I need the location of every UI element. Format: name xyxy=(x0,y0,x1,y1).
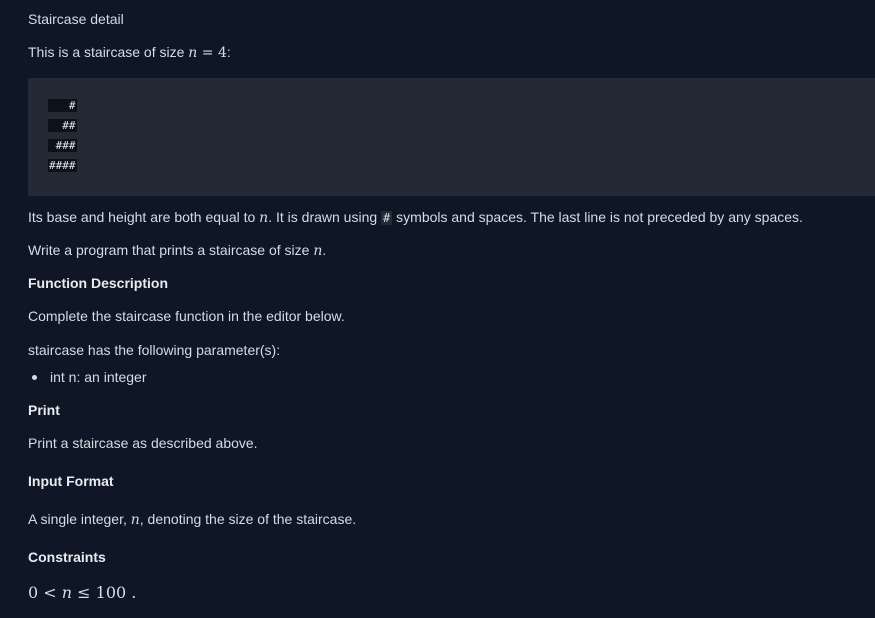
description-suffix: symbols and spaces. The last line is not… xyxy=(392,209,803,225)
input-format-heading: Input Format xyxy=(28,473,114,489)
staircase-row: ### xyxy=(48,139,77,152)
description-prefix: Its base and height are both equal to xyxy=(28,209,260,225)
description-mid: . It is drawn using xyxy=(268,209,382,225)
task-suffix: . xyxy=(322,242,327,258)
description-math-n: n xyxy=(259,210,269,226)
input-format-text: A single integer, n, denoting the size o… xyxy=(28,510,356,529)
bullet-icon xyxy=(32,374,37,380)
intro-math-eq: = 4 xyxy=(197,45,227,61)
parameter-label: int n: an integer xyxy=(50,369,147,385)
intro-text: This is a staircase of size n = 4: xyxy=(28,43,231,62)
intro-math-n: n xyxy=(188,45,198,61)
input-format-prefix: A single integer, xyxy=(28,511,131,527)
constraints-expression: 0 < n ≤ 100 . xyxy=(28,584,136,602)
parameters-intro: staircase has the following parameter(s)… xyxy=(28,342,281,358)
input-format-suffix: , denoting the size of the staircase. xyxy=(139,511,357,527)
task-math-n: n xyxy=(313,243,323,259)
intro-suffix: : xyxy=(226,44,231,60)
staircase-row: #### xyxy=(48,159,77,172)
function-description-text: Complete the staircase function in the e… xyxy=(28,308,345,324)
constraint-left: 0 < xyxy=(28,583,62,602)
constraint-math-n: n xyxy=(61,583,73,602)
description-text: Its base and height are both equal to n.… xyxy=(28,208,803,227)
task-prefix: Write a program that prints a staircase … xyxy=(28,242,314,258)
page-title: Staircase detail xyxy=(28,11,124,27)
constraint-right: ≤ 100 . xyxy=(72,583,137,602)
function-description-heading: Function Description xyxy=(28,275,168,291)
task-text: Write a program that prints a staircase … xyxy=(28,241,326,260)
constraints-heading: Constraints xyxy=(28,549,106,565)
print-heading: Print xyxy=(28,402,60,418)
staircase-output: # ## ### #### xyxy=(48,99,77,179)
parameter-list-item: int n: an integer xyxy=(28,368,147,386)
intro-prefix: This is a staircase of size xyxy=(28,44,189,60)
staircase-row: ## xyxy=(48,119,77,132)
hash-code: # xyxy=(381,211,393,225)
input-format-math-n: n xyxy=(130,512,140,528)
print-text: Print a staircase as described above. xyxy=(28,435,258,451)
staircase-code-block: # ## ### #### xyxy=(28,78,875,196)
staircase-row: # xyxy=(48,99,77,112)
